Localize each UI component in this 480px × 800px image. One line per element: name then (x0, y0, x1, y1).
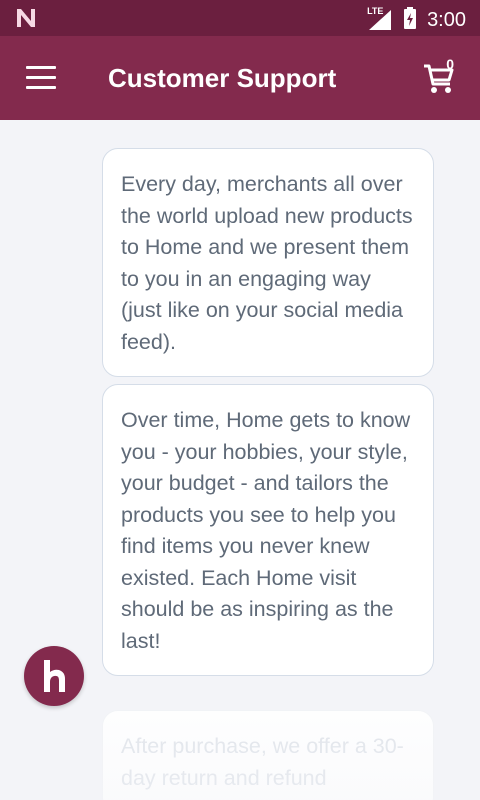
message-bubble: Over time, Home gets to know you - your … (102, 384, 434, 676)
menu-button[interactable] (26, 66, 58, 90)
page-title: Customer Support (108, 63, 337, 93)
support-fab[interactable] (24, 646, 84, 706)
n-logo-icon (14, 6, 38, 34)
message-bubble: Every day, merchants all over the world … (102, 148, 434, 377)
network-type: LTE (367, 6, 384, 16)
status-bar: LTE 3:00 (0, 0, 480, 36)
message-bubble-loading: After purchase, we offer a 30-day return… (102, 710, 434, 800)
app-bar: Customer Support 0 (0, 36, 480, 120)
cart-count: 0 (446, 56, 454, 72)
cart-button[interactable]: 0 (422, 56, 460, 96)
home-logo-icon (41, 658, 67, 694)
status-time: 3:00 (427, 9, 466, 31)
battery-charging-icon (403, 6, 417, 34)
menu-icon (26, 66, 56, 69)
signal-icon: LTE (367, 6, 393, 32)
